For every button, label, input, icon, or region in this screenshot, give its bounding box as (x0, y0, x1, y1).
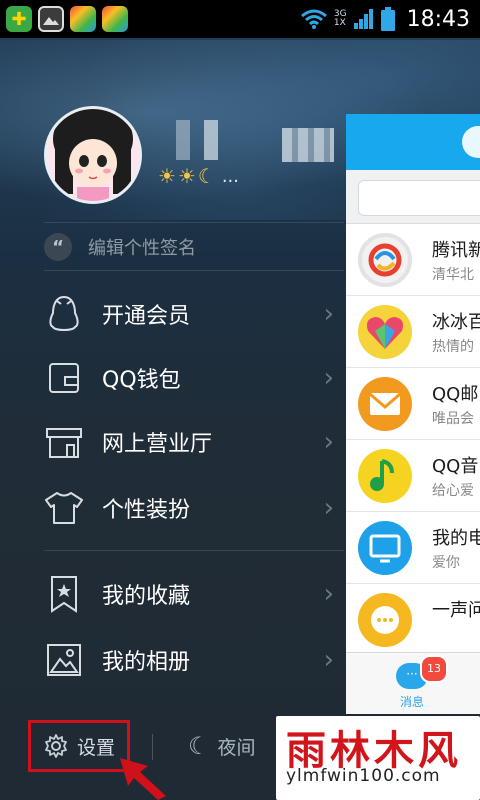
photo-album-icon (44, 640, 84, 680)
conversation-row[interactable]: 腾讯新 清华北 (346, 224, 480, 296)
nickname-pixelated-2 (282, 128, 334, 162)
menu-item-wallet[interactable]: QQ钱包 › (44, 346, 344, 410)
divider (44, 270, 344, 271)
heart-app-icon (358, 305, 412, 359)
tencent-news-icon (358, 233, 412, 287)
gear-icon (45, 734, 67, 758)
search-bar (346, 170, 480, 224)
menu-item-favorites[interactable]: 我的收藏 › (44, 562, 344, 626)
store-icon (44, 422, 84, 462)
sun-icon: ☀ (158, 164, 176, 188)
menu-item-themes[interactable]: 个性装扮 › (44, 476, 344, 540)
moon-icon: ☾ (188, 732, 210, 760)
tshirt-icon (44, 488, 84, 528)
red-arrow-annotation (120, 758, 166, 800)
divider (44, 222, 344, 223)
menu-label: 个性装扮 (102, 498, 191, 523)
search-input[interactable] (358, 180, 480, 216)
qq-music-icon (358, 449, 412, 503)
signature-text: 编辑个性签名 (88, 238, 196, 259)
conversation-panel[interactable]: 腾讯新 清华北 冰冰百 热情的 QQ邮 唯品会 QQ音 给心爱 我的电 爱你 一… (346, 114, 480, 714)
menu-label: QQ钱包 (102, 368, 181, 393)
chevron-right-icon: › (323, 493, 334, 523)
wifi-icon (300, 9, 327, 29)
settings-button[interactable]: 设置 (28, 720, 130, 772)
chat-bubble-app-icon (358, 593, 412, 647)
watermark-logo: 雨林木风 ylmfwin100.com (276, 716, 480, 800)
unread-badge: 13 (420, 655, 448, 683)
menu-label: 开通会员 (102, 304, 191, 329)
app-notification-icon: ✚ (6, 6, 32, 32)
conversation-row[interactable]: 冰冰百 热情的 (346, 296, 480, 368)
wallet-icon (44, 358, 84, 398)
avatar[interactable] (44, 106, 142, 204)
qq-drawer-screen: { "status_bar": { "time": "18:43", "netw… (0, 0, 480, 800)
penguin-icon (44, 294, 84, 334)
panel-header (346, 114, 480, 170)
menu-label: 我的相册 (102, 650, 191, 675)
message-bubble-icon: ··· 13 (396, 655, 448, 689)
chevron-right-icon: › (323, 299, 334, 329)
battery-icon (380, 7, 395, 31)
signature-row[interactable]: “ 编辑个性签名 (44, 228, 344, 266)
bookmark-star-icon (44, 574, 84, 614)
header-toggle[interactable] (462, 126, 480, 158)
quote-icon: “ (44, 233, 72, 261)
qq-mail-icon (358, 377, 412, 431)
conversation-row[interactable]: QQ邮 唯品会 (346, 368, 480, 440)
conversation-row[interactable]: QQ音 给心爱 (346, 440, 480, 512)
menu-item-vip[interactable]: 开通会员 › (44, 282, 344, 346)
tab-messages[interactable]: ··· 13 消息 (392, 655, 448, 710)
clock: 18:43 (406, 6, 470, 32)
chevron-right-icon: › (323, 645, 334, 675)
store-notification-icon (70, 6, 96, 32)
my-computer-icon (358, 521, 412, 575)
image-notification-icon (38, 6, 64, 32)
conversation-row[interactable]: 一声问 (346, 584, 480, 656)
menu-label: 网上营业厅 (102, 432, 213, 457)
chevron-right-icon: › (323, 363, 334, 393)
qq-level[interactable]: ☀ ☀ ☾ ... (158, 164, 239, 188)
chevron-right-icon: › (323, 427, 334, 457)
menu-label: 我的收藏 (102, 584, 191, 609)
moon-icon: ☾ (197, 164, 216, 188)
menu-item-service-hall[interactable]: 网上营业厅 › (44, 410, 344, 474)
signal-icon (353, 9, 373, 29)
store-notification-icon-2 (102, 6, 128, 32)
divider (44, 550, 344, 551)
night-mode-button[interactable]: ☾ 夜间 (188, 732, 256, 760)
bottom-tab-bar: ··· 13 消息 (346, 652, 480, 714)
nickname-pixelated (176, 120, 246, 160)
chevron-right-icon: › (323, 579, 334, 609)
menu-item-album[interactable]: 我的相册 › (44, 628, 344, 692)
conversation-row[interactable]: 我的电 爱你 (346, 512, 480, 584)
status-bar: ✚ 3G 1X 18:43 (0, 0, 480, 38)
network-type: 3G 1X (333, 9, 347, 28)
sun-icon: ☀ (177, 164, 196, 188)
